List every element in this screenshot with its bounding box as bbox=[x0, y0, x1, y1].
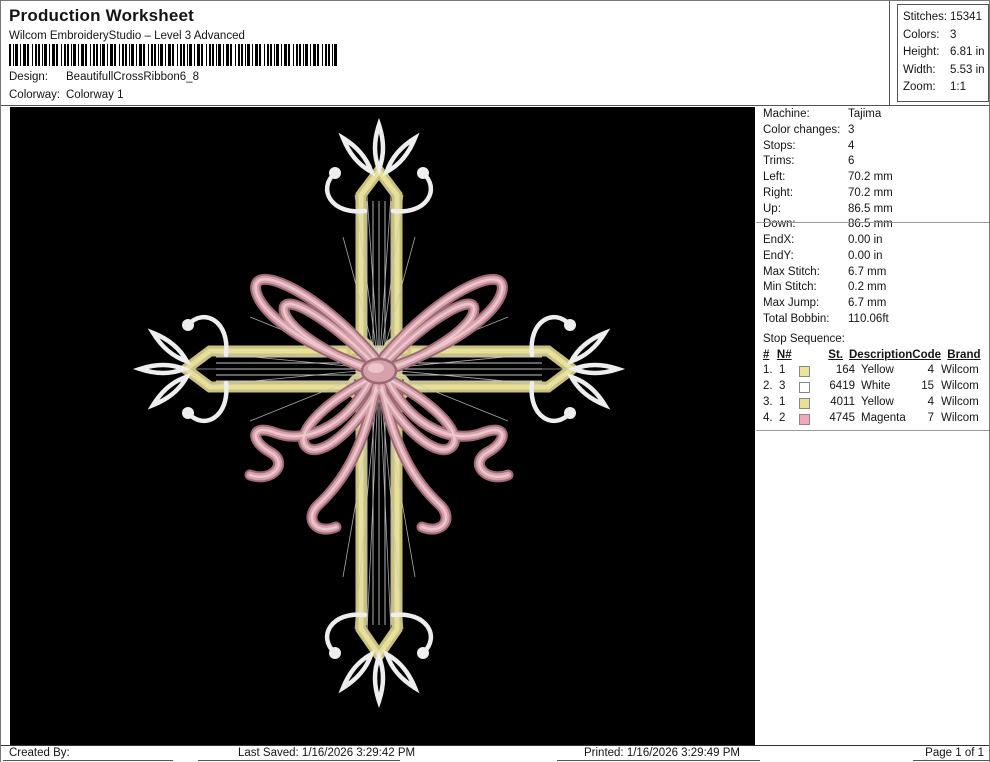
thread-color-swatch bbox=[799, 381, 810, 393]
production-worksheet-page: Production Worksheet Wilcom EmbroiderySt… bbox=[0, 0, 990, 762]
stop-sequence-table: # N# St. Description Code Brand 1. 1 164… bbox=[763, 348, 989, 427]
machine-info-row: Color changes: 3 bbox=[763, 123, 855, 136]
machine-info-row: EndX: 0.00 in bbox=[763, 234, 883, 246]
machine-info-panel: Machine: Tajima Color changes: 3 Stops: 4 T… bbox=[756, 107, 989, 746]
panel-rule-top bbox=[756, 222, 989, 223]
machine-info-row: Min Stitch: 0.2 mm bbox=[763, 281, 887, 294]
footer-underline bbox=[913, 760, 989, 761]
stop-sequence-title: Stop Sequence: bbox=[763, 332, 845, 345]
page-number: Page 1 of 1 bbox=[925, 747, 984, 759]
created-by-label: Created By: bbox=[9, 747, 70, 759]
design-stats-box: Stitches: 15341 Colors: 3 Height: 6.81 in W… bbox=[897, 4, 989, 102]
footer-underline bbox=[557, 760, 760, 761]
printed-label: Printed: 1/16/2026 3:29:49 PM bbox=[584, 747, 740, 759]
stop-sequence-header: # N# St. Description Code Brand bbox=[763, 348, 981, 361]
header-divider bbox=[889, 1, 890, 105]
machine-info-row: Left: 70.2 mm bbox=[763, 171, 893, 183]
colorway-label: Colorway: bbox=[9, 89, 61, 101]
thread-color-swatch bbox=[799, 413, 810, 425]
design-value: BeautifullCrossRibbon6_8 bbox=[66, 71, 199, 83]
stop-sequence-row: 1. 1 164 Yellow 4 Wilcom bbox=[763, 364, 979, 377]
software-name: Wilcom EmbroideryStudio – Level 3 Advanc… bbox=[9, 30, 245, 42]
last-saved-label: Last Saved: 1/16/2026 3:29:42 PM bbox=[238, 747, 416, 759]
panel-rule-bottom bbox=[756, 430, 989, 431]
machine-info-row: Machine: Tajima bbox=[763, 108, 882, 120]
machine-info-row: Down: 86.5 mm bbox=[763, 218, 893, 231]
design-label: Design: bbox=[9, 71, 48, 83]
thread-color-swatch bbox=[799, 365, 810, 377]
design-barcode bbox=[9, 44, 339, 66]
stats-row: Height: 6.81 in bbox=[903, 46, 985, 59]
design-name-row: Design: BeautifullCrossRibbon6_8 bbox=[9, 71, 199, 83]
machine-info-row: Total Bobbin: 110.06ft bbox=[763, 312, 889, 325]
footer-underline bbox=[198, 760, 400, 761]
colorway-row: Colorway: Colorway 1 bbox=[9, 89, 124, 101]
embroidery-cross-design bbox=[10, 107, 755, 746]
machine-info-row: Max Stitch: 6.7 mm bbox=[763, 265, 887, 278]
stop-sequence-row: 4. 2 4745 Magenta 7 Wilcom bbox=[763, 412, 979, 425]
machine-info-row: Up: 86.5 mm bbox=[763, 202, 893, 215]
colorway-value: Colorway 1 bbox=[66, 89, 124, 101]
page-title: Production Worksheet bbox=[9, 6, 195, 25]
stats-row: Colors: 3 bbox=[903, 28, 957, 41]
design-canvas bbox=[10, 107, 755, 746]
machine-info-row: Max Jump: 6.7 mm bbox=[763, 297, 887, 309]
stats-row: Stitches: 15341 bbox=[903, 11, 982, 23]
machine-info-row: Trims: 6 bbox=[763, 155, 855, 168]
stop-sequence-row: 2. 3 6419 White 15 Wilcom bbox=[763, 380, 979, 393]
header-bottom-border bbox=[1, 105, 989, 106]
stats-row: Zoom: 1:1 bbox=[903, 81, 966, 94]
footer-underline bbox=[3, 760, 173, 761]
machine-info-row: Stops: 4 bbox=[763, 139, 855, 152]
stop-sequence-row: 3. 1 4011 Yellow 4 Wilcom bbox=[763, 396, 979, 409]
machine-info-row: Right: 70.2 mm bbox=[763, 186, 893, 199]
stats-row: Width: 5.53 in bbox=[903, 63, 985, 76]
machine-info-row: EndY: 0.00 in bbox=[763, 249, 883, 262]
thread-color-swatch bbox=[799, 397, 810, 409]
footer-top-border bbox=[1, 745, 989, 746]
